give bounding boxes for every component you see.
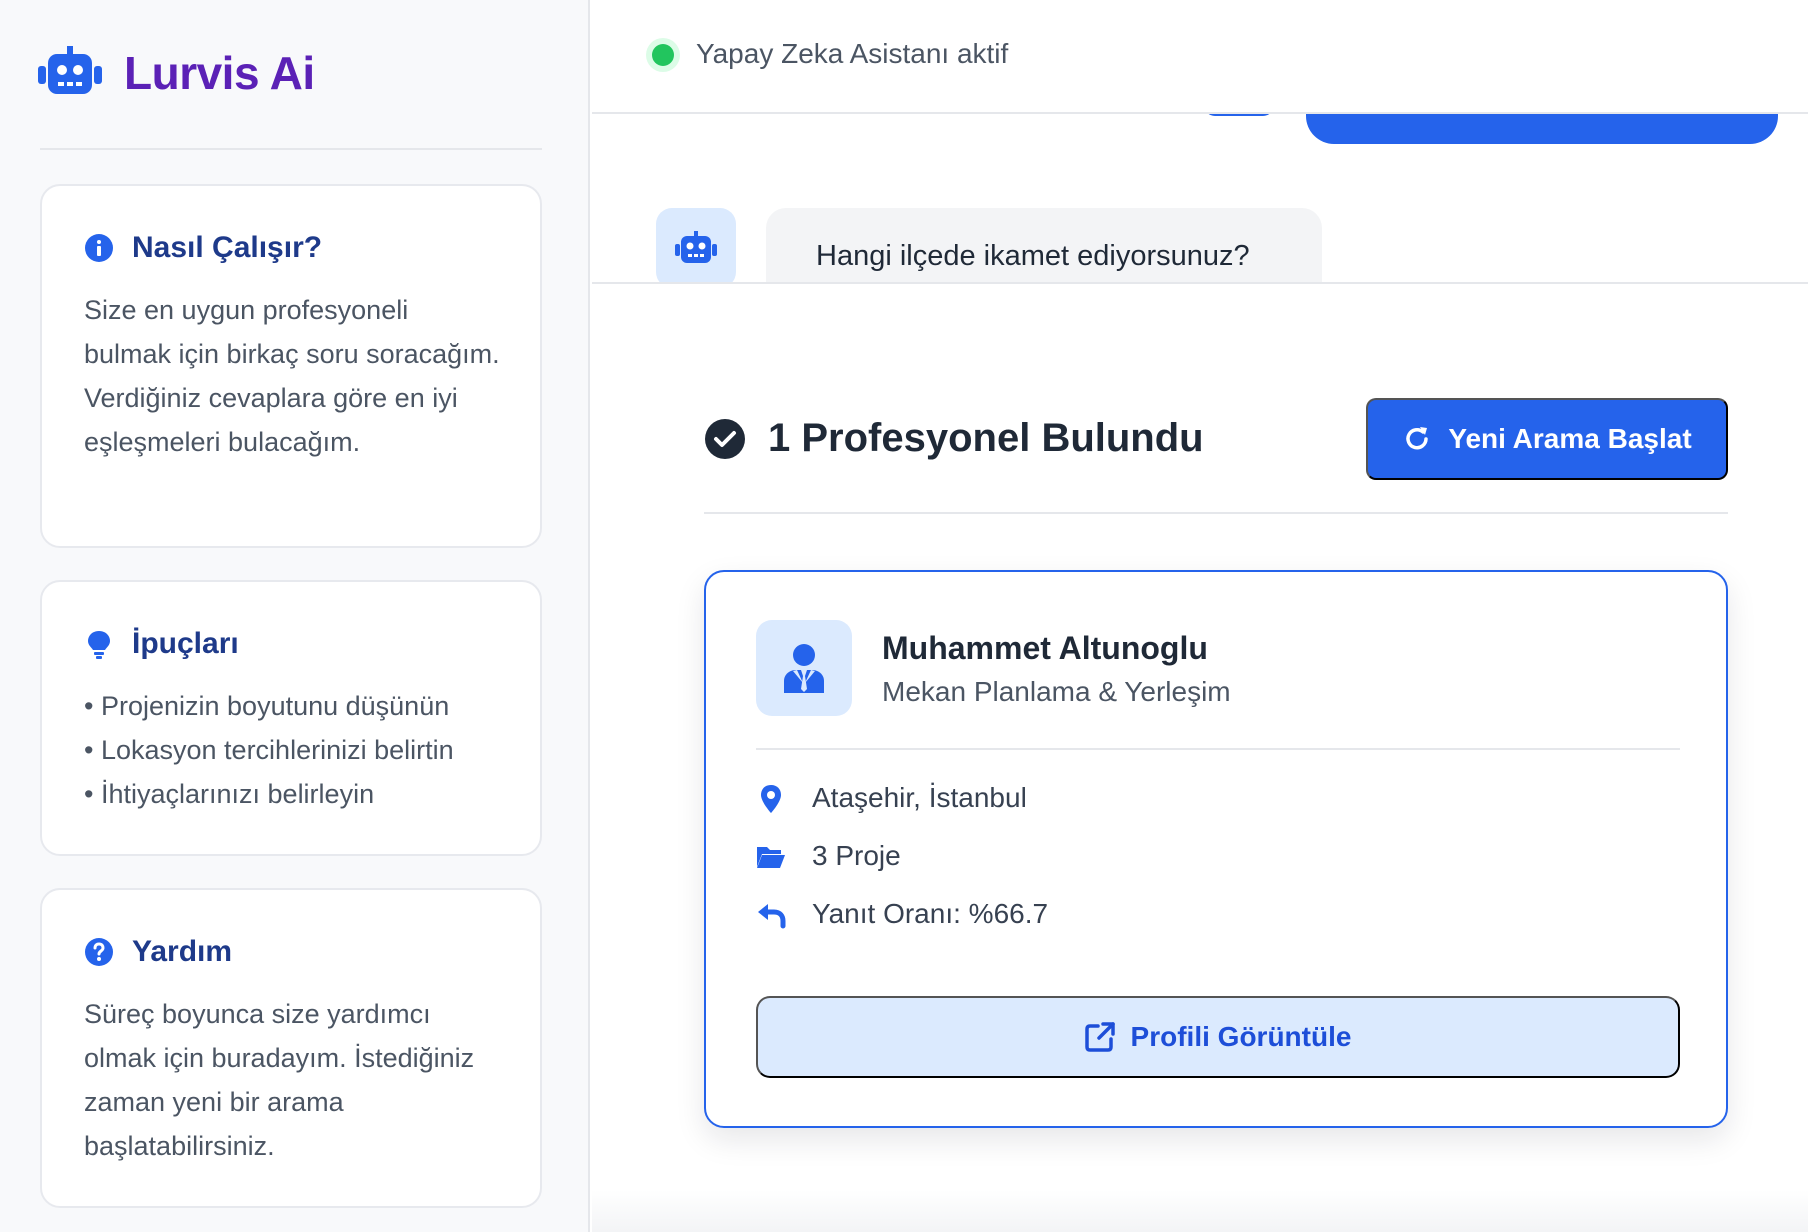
user-tie-icon <box>784 644 824 693</box>
app-logo[interactable]: Lurvis Ai <box>38 46 315 100</box>
question-icon <box>85 938 113 966</box>
tips-list: Projenizin boyutunu düşünün Lokasyon ter… <box>84 684 500 816</box>
card-divider <box>756 748 1680 750</box>
location-text: Ataşehir, İstanbul <box>812 782 1027 813</box>
help-card: Yardım Süreç boyunca size yardımcı olmak… <box>40 888 542 1208</box>
chat-messages[interactable]: Hangi ilçede ikamet ediyorsunuz? <box>592 114 1808 284</box>
robot-icon <box>38 46 102 94</box>
sidebar: Lurvis Ai Nasıl Çalışır? Size en uygun p… <box>0 0 590 1232</box>
refresh-icon <box>1406 427 1429 450</box>
tips-card: İpuçları Projenizin boyutunu düşünün Lok… <box>40 580 542 856</box>
main-panel: Yapay Zeka Asistanı aktif Hangi ilçede i… <box>592 0 1808 1232</box>
status-indicator <box>652 44 674 66</box>
how-it-works-title: Nasıl Çalışır? <box>132 231 323 264</box>
projects-text: 3 Proje <box>812 840 901 871</box>
help-text: Süreç boyunca size yardımcı olmak için b… <box>84 999 475 1161</box>
results-title: 1 Profesyonel Bulundu <box>768 416 1204 460</box>
sidebar-divider <box>40 148 542 150</box>
results-header: 1 Profesyonel Bulundu Yeni Arama Başlat <box>704 398 1728 514</box>
response-rate-row: Yanıt Oranı: %66.7 <box>756 898 1048 930</box>
projects-row: 3 Proje <box>756 840 901 872</box>
robot-icon <box>675 231 717 263</box>
status-text: Yapay Zeka Asistanı aktif <box>696 38 1009 69</box>
info-icon <box>85 234 113 262</box>
tip-item: İhtiyaçlarınızı belirleyin <box>84 772 500 816</box>
lightbulb-icon <box>88 631 110 659</box>
external-link-icon <box>1084 1022 1115 1052</box>
professional-role: Mekan Planlama & Yerleşim <box>882 676 1231 707</box>
how-it-works-card: Nasıl Çalışır? Size en uygun profesyonel… <box>40 184 542 548</box>
new-search-button[interactable]: Yeni Arama Başlat <box>1366 398 1728 480</box>
bot-message: Hangi ilçede ikamet ediyorsunuz? <box>766 208 1322 282</box>
tip-item: Projenizin boyutunu düşünün <box>84 684 500 728</box>
assistant-status-bar: Yapay Zeka Asistanı aktif <box>592 0 1808 114</box>
new-search-label: Yeni Arama Başlat <box>1448 423 1692 454</box>
map-pin-icon <box>761 785 781 813</box>
check-circle-icon <box>705 419 745 459</box>
view-profile-label: Profili Görüntüle <box>1130 1021 1352 1052</box>
view-profile-button[interactable]: Profili Görüntüle <box>756 996 1680 1078</box>
professional-avatar <box>756 620 852 716</box>
professional-card: Muhammet Altunoglu Mekan Planlama & Yerl… <box>704 570 1728 1128</box>
tip-item: Lokasyon tercihlerinizi belirtin <box>84 728 500 772</box>
tips-title: İpuçları <box>132 627 239 660</box>
location-row: Ataşehir, İstanbul <box>756 782 1027 814</box>
bottom-fade <box>592 1190 1808 1232</box>
user-message-bubble-partial <box>1204 114 1274 116</box>
folder-open-icon <box>757 847 785 868</box>
how-it-works-text: Size en uygun profesyoneli bulmak için b… <box>84 295 500 457</box>
response-rate-text: Yanıt Oranı: %66.7 <box>812 898 1049 929</box>
help-title: Yardım <box>132 935 233 968</box>
user-message-bubble <box>1306 114 1778 144</box>
app-name: Lurvis Ai <box>124 47 315 99</box>
professional-name: Muhammet Altunoglu <box>882 630 1208 666</box>
reply-icon <box>758 904 786 929</box>
bot-avatar <box>656 208 736 282</box>
